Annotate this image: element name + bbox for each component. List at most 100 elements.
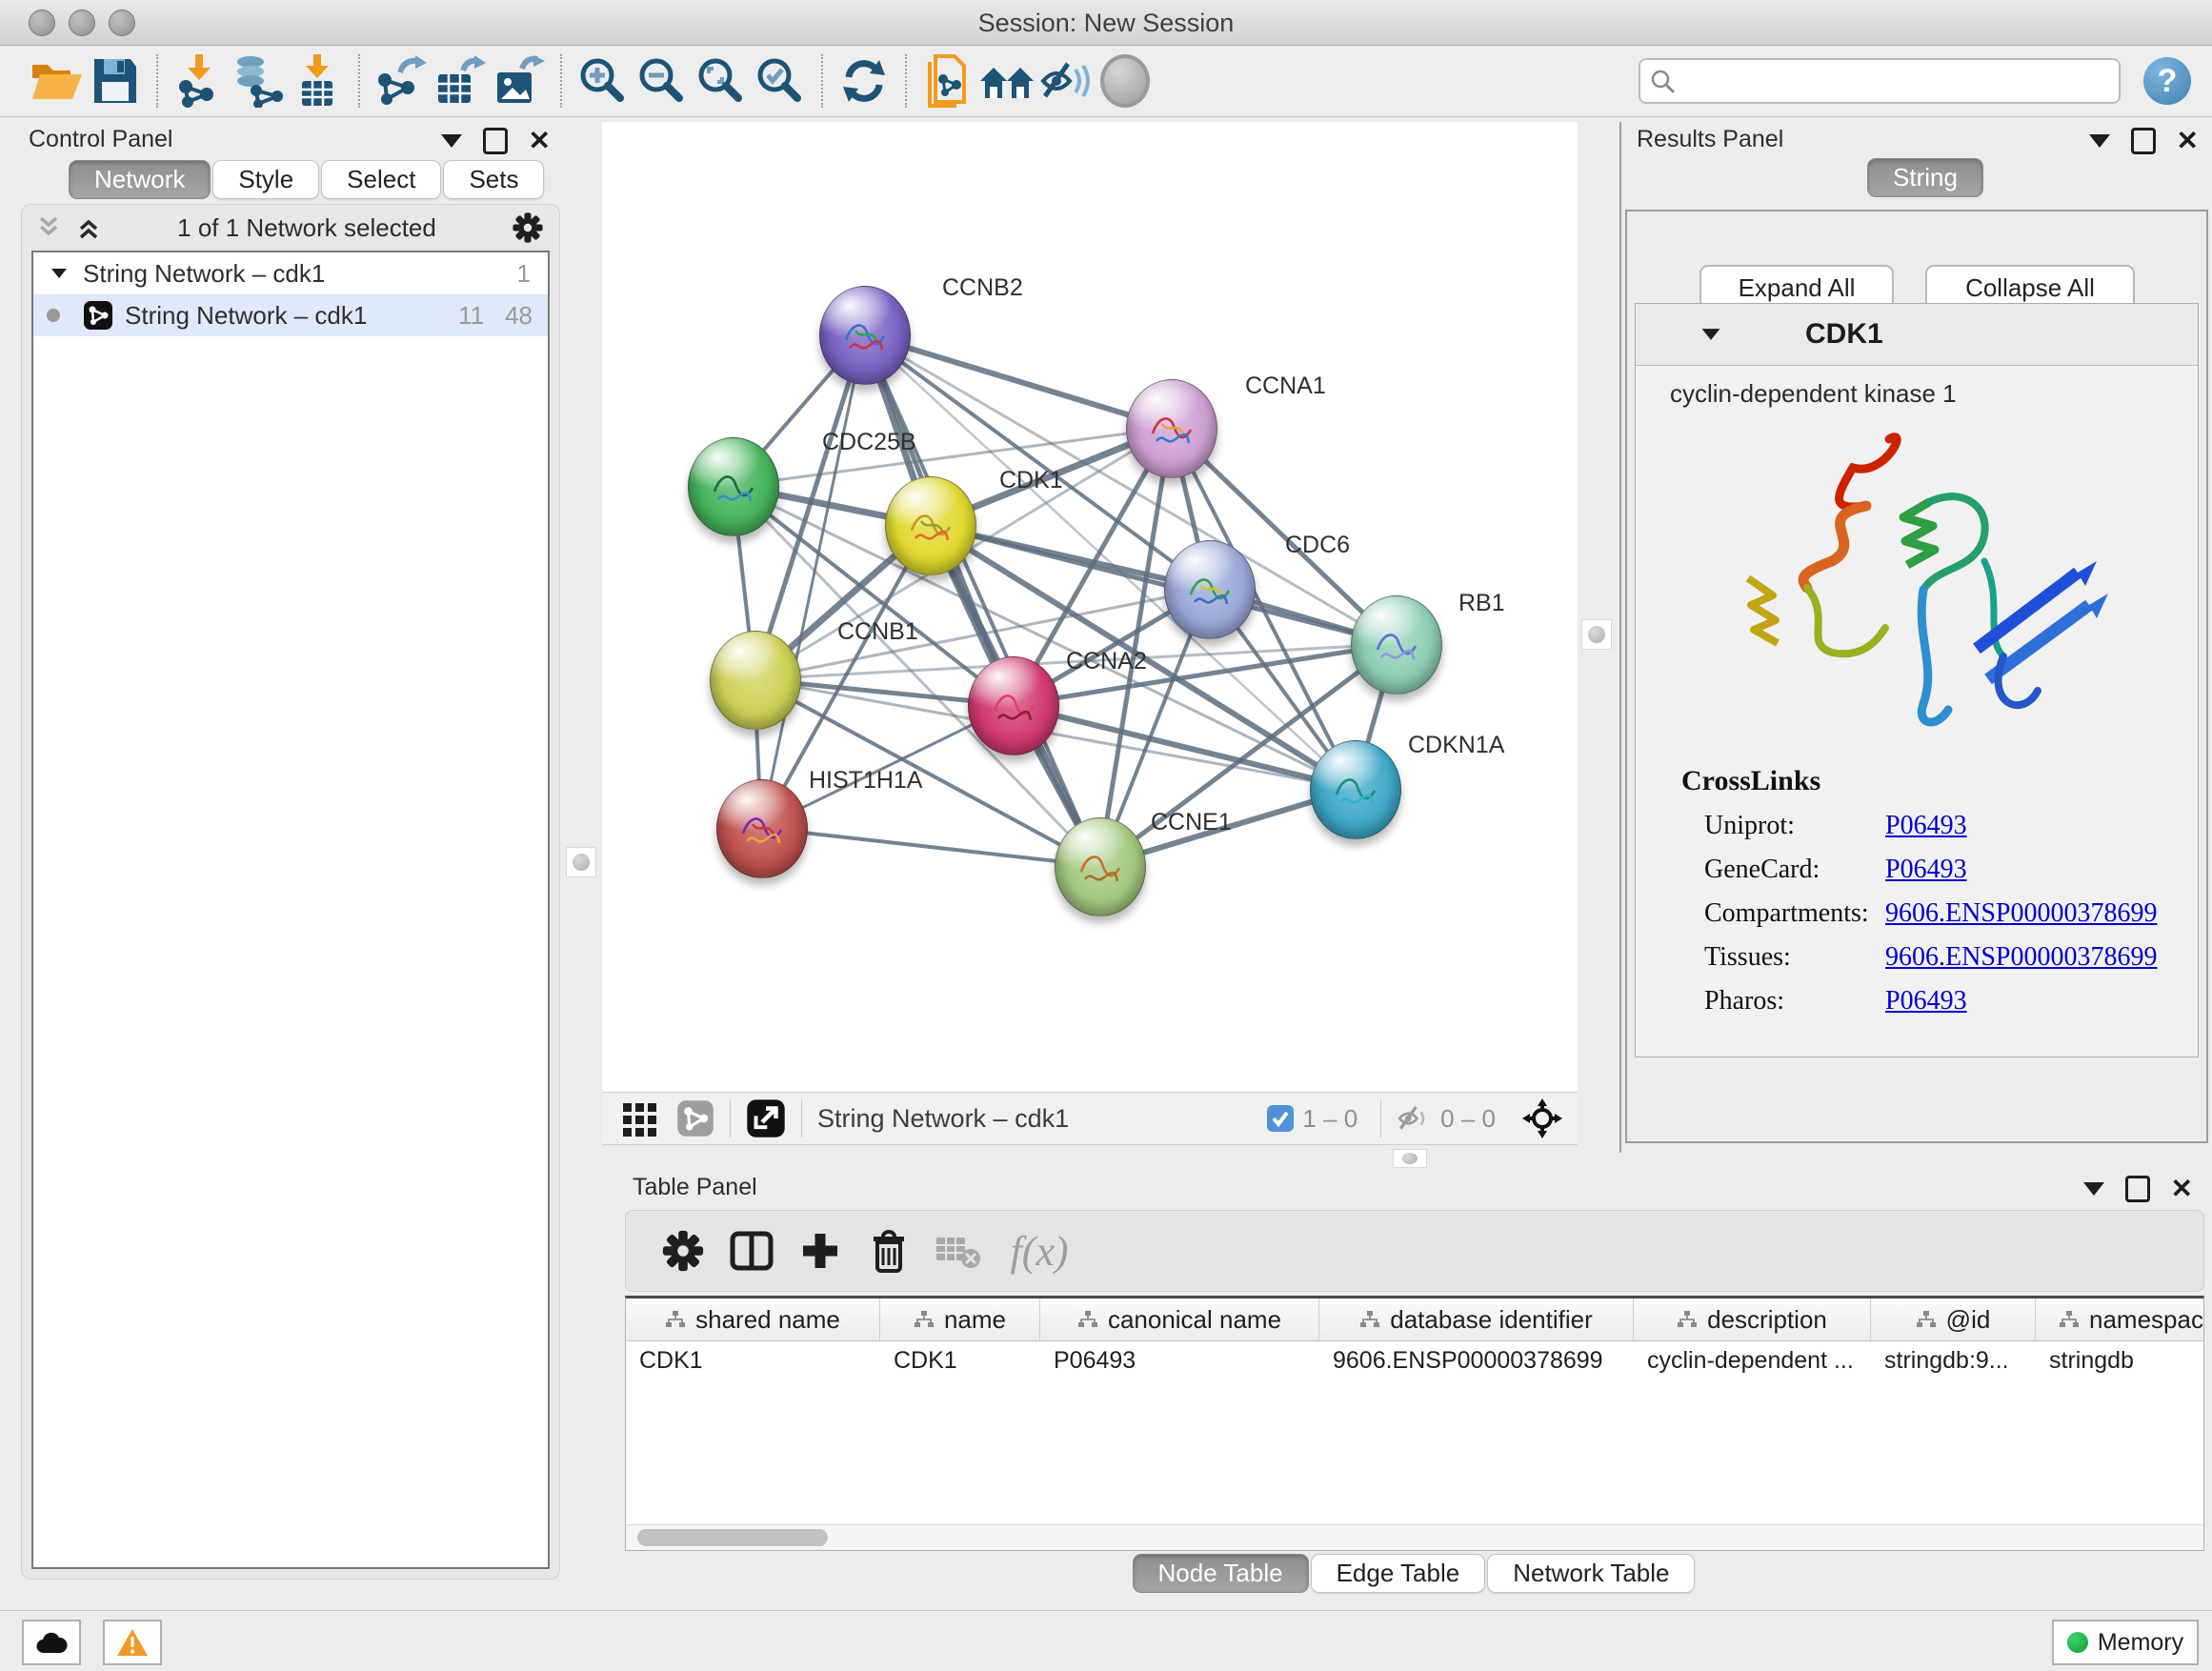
column-header-description[interactable]: description [1634,1299,1871,1340]
table-cell[interactable]: CDK1 [626,1341,880,1379]
edge-CCNB2-HIST1H1A[interactable] [761,334,864,828]
show-columns-button[interactable] [717,1222,786,1279]
float-panel-icon[interactable] [2089,134,2110,148]
tab-node-table[interactable]: Node Table [1133,1554,1309,1593]
tab-style[interactable]: Style [212,160,319,199]
network-collection-row[interactable]: String Network – cdk1 1 [33,252,548,294]
save-session-button[interactable] [86,51,145,111]
table-cell[interactable]: P06493 [1040,1341,1319,1379]
crosslink-value-link[interactable]: 9606.ENSP00000378699 [1885,942,2157,973]
horizontal-splitter-handle[interactable] [1393,1149,1427,1168]
cloud-button[interactable] [22,1620,81,1665]
table-options-button[interactable] [649,1222,717,1279]
network-row[interactable]: String Network – cdk1 11 48 [33,294,548,336]
show-all-panels-button[interactable] [977,51,1036,111]
grid-view-icon[interactable] [621,1099,659,1137]
column-header-shared-name[interactable]: shared name [626,1299,880,1340]
delete-column-button[interactable] [855,1222,923,1279]
gear-icon[interactable] [512,211,544,244]
warnings-button[interactable] [103,1620,162,1665]
export-network-button[interactable] [372,51,431,111]
table-cell[interactable]: cyclin-dependent ... [1634,1341,1871,1379]
left-splitter-handle[interactable] [566,847,596,877]
node-CDK1[interactable] [885,476,976,575]
scrollbar-thumb[interactable] [637,1529,828,1546]
column-header-name[interactable]: name [880,1299,1040,1340]
help-button[interactable]: ? [2143,57,2191,105]
tab-sets[interactable]: Sets [443,160,544,199]
memory-button[interactable]: Memory [2052,1620,2199,1665]
open-session-button[interactable] [27,51,86,111]
crosslink-value-link[interactable]: P06493 [1885,986,1967,1017]
maximize-panel-icon[interactable] [2125,1176,2150,1202]
refresh-view-button[interactable] [835,51,894,111]
import-table-button[interactable] [288,51,347,111]
column-header-canonical-name[interactable]: canonical name [1040,1299,1319,1340]
gene-section-header[interactable]: CDK1 [1636,304,2198,366]
expand-all-chevron-icon[interactable] [75,214,102,241]
node-CDKN1A[interactable] [1310,740,1401,839]
close-panel-icon[interactable]: ✕ [529,131,551,151]
maximize-panel-icon[interactable] [483,128,508,154]
table-cell[interactable]: 9606.ENSP00000378699 [1319,1341,1634,1379]
zoom-fit-button[interactable] [692,51,751,111]
tab-select[interactable]: Select [321,160,441,199]
tab-string[interactable]: String [1867,158,1983,197]
table-row[interactable]: CDK1CDK1P064939606.ENSP00000378699cyclin… [626,1341,2203,1379]
close-panel-icon[interactable]: ✕ [2171,1178,2193,1199]
node-RB1[interactable] [1351,595,1442,695]
node-CCNE1[interactable] [1055,817,1146,916]
table-cell[interactable]: stringdb:9... [1871,1341,2036,1379]
tree-expand-icon[interactable] [49,263,70,284]
close-panel-icon[interactable]: ✕ [2177,131,2199,151]
column-header-@id[interactable]: @id [1871,1299,2036,1340]
table-cell[interactable]: stringdb [2036,1341,2212,1379]
hidden-eye-icon[interactable] [1397,1103,1433,1134]
import-network-button[interactable] [170,51,229,111]
right-splitter-handle[interactable] [1581,619,1612,650]
float-panel-icon[interactable] [2083,1182,2104,1196]
export-image-button[interactable] [490,51,549,111]
edge-CCNB2-CCNA1[interactable] [864,334,1171,428]
crosslink-value-link[interactable]: P06493 [1885,855,1967,885]
add-column-button[interactable] [786,1222,855,1279]
network-canvas[interactable]: CCNB2CCNA1CDC25BCDK1CDC6RB1CCNB1CCNA2CDK… [602,122,1578,1092]
search-field[interactable] [1639,58,2121,104]
zoom-selected-button[interactable] [751,51,810,111]
crosslink-value-link[interactable]: P06493 [1885,811,1967,841]
tab-network[interactable]: Network [69,160,211,199]
search-input[interactable] [1675,67,2109,96]
crosslink-value-link[interactable]: 9606.ENSP00000378699 [1885,898,2157,929]
hide-selected-button[interactable] [1036,51,1096,111]
section-collapse-icon[interactable] [1699,322,1723,347]
column-header-database-identifier[interactable]: database identifier [1319,1299,1634,1340]
node-CDC25B[interactable] [688,437,779,536]
detach-view-icon[interactable] [746,1098,786,1138]
column-header-namespac[interactable]: namespac [2036,1299,2212,1340]
node-CDC6[interactable] [1164,540,1256,639]
table-hscrollbar[interactable] [626,1524,2203,1550]
maximize-panel-icon[interactable] [2131,128,2156,154]
node-HIST1H1A[interactable] [716,779,808,878]
export-table-button[interactable] [431,51,490,111]
node-CCNA2[interactable] [968,656,1059,755]
zoom-out-button[interactable] [633,51,692,111]
float-panel-icon[interactable] [441,134,462,148]
show-hidden-button[interactable] [1096,51,1155,111]
collapse-all-chevron-icon[interactable] [35,214,62,241]
network-from-file-button[interactable] [918,51,977,111]
birds-eye-icon[interactable] [1520,1097,1564,1140]
zoom-in-button[interactable] [573,51,633,111]
tab-edge-table[interactable]: Edge Table [1311,1554,1486,1593]
gene-section: CDK1 cyclin-dependent kinase 1 [1635,303,2199,1057]
table-cell[interactable]: CDK1 [880,1341,1040,1379]
import-network-from-database-button[interactable] [229,51,288,111]
selected-checkbox-icon[interactable] [1266,1104,1295,1133]
edge-HIST1H1A-CCNE1[interactable] [761,828,1099,866]
results-panel: Results Panel ✕ String Expand All Collap… [1619,122,2212,1153]
tab-network-table[interactable]: Network Table [1487,1554,1695,1593]
node-CCNB2[interactable] [819,286,911,385]
network-badge-gray-icon[interactable] [676,1099,714,1137]
node-CCNA1[interactable] [1126,379,1217,478]
node-CCNB1[interactable] [710,631,801,730]
